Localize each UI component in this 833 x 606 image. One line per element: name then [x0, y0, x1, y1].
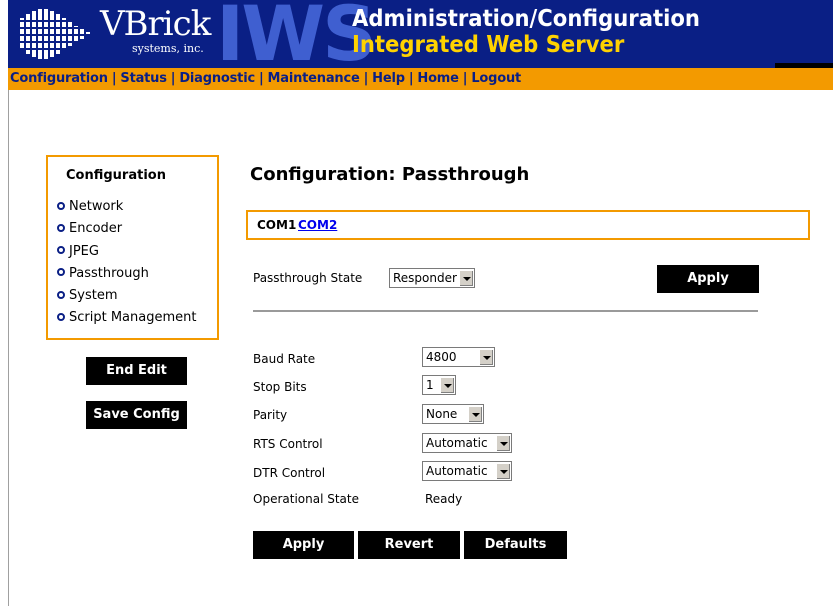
- sidebar-item-label[interactable]: Encoder: [69, 221, 122, 236]
- apply-state-button[interactable]: Apply: [657, 265, 759, 293]
- section-divider: [253, 310, 758, 312]
- operational-state-value: Ready: [425, 492, 463, 506]
- chevron-down-icon[interactable]: [496, 463, 510, 479]
- rts-control-select[interactable]: Automatic: [422, 433, 512, 453]
- nav-help[interactable]: Help: [372, 71, 405, 86]
- product-logo: IWS: [216, 0, 377, 68]
- sidebar-item-label[interactable]: Script Management: [69, 310, 196, 325]
- nav-status[interactable]: Status: [120, 71, 167, 86]
- select-value: Automatic: [426, 464, 488, 478]
- chevron-down-icon[interactable]: [459, 270, 473, 286]
- sidebar-item-passthrough[interactable]: Passthrough: [57, 263, 196, 285]
- chevron-down-icon[interactable]: [440, 377, 454, 393]
- sidebar-item-script-management[interactable]: Script Management: [57, 307, 196, 329]
- select-value: Responder: [393, 271, 457, 285]
- bullet-icon: [57, 312, 65, 321]
- defaults-button[interactable]: Defaults: [464, 531, 567, 559]
- nav-logout[interactable]: Logout: [471, 71, 521, 86]
- save-config-button[interactable]: Save Config: [86, 401, 187, 429]
- app-header: VBrick systems, inc. IWS Administration/…: [8, 0, 833, 68]
- passthrough-state-select[interactable]: Responder: [389, 268, 475, 288]
- nav-separator: |: [111, 71, 117, 86]
- parity-select[interactable]: None: [422, 404, 484, 424]
- frame-divider: [8, 90, 9, 606]
- tab-com2[interactable]: COM2: [298, 218, 337, 232]
- chevron-down-icon[interactable]: [468, 406, 482, 422]
- nav-separator: |: [258, 71, 264, 86]
- sidebar-item-label[interactable]: System: [69, 288, 117, 303]
- sidebar-item-jpeg[interactable]: JPEG: [57, 241, 196, 263]
- brand-subtitle: systems, inc.: [132, 42, 204, 55]
- header-title: Administration/Configuration: [352, 6, 700, 32]
- chevron-down-icon[interactable]: [479, 349, 493, 365]
- select-value: None: [426, 407, 458, 421]
- sidebar-item-label[interactable]: Passthrough: [69, 266, 149, 281]
- sidebar-item-label[interactable]: Network: [69, 199, 123, 214]
- baud-rate-label: Baud Rate: [253, 352, 316, 366]
- operational-state-label: Operational State: [253, 492, 359, 506]
- select-value: 1: [426, 378, 434, 392]
- nav-separator: |: [170, 71, 176, 86]
- revert-button[interactable]: Revert: [358, 531, 460, 559]
- nav-home[interactable]: Home: [417, 71, 459, 86]
- select-value: 4800: [426, 350, 457, 364]
- select-value: Automatic: [426, 436, 488, 450]
- nav-configuration[interactable]: Configuration: [10, 71, 108, 86]
- stop-bits-select[interactable]: 1: [422, 375, 456, 395]
- sidebar-item-network[interactable]: Network: [57, 196, 196, 218]
- passthrough-state-label: Passthrough State: [253, 271, 363, 285]
- com-port-tabs: COM1 COM2: [246, 210, 810, 240]
- page-title: Configuration: Passthrough: [250, 164, 530, 185]
- baud-rate-select[interactable]: 4800: [422, 347, 495, 367]
- header-subtitle: Integrated Web Server: [352, 32, 625, 58]
- bullet-icon: [57, 268, 65, 277]
- bullet-icon: [57, 223, 65, 232]
- dtr-control-label: DTR Control: [253, 466, 326, 480]
- brand-name: VBrick: [100, 4, 211, 44]
- top-nav-bar: Configuration | Status | Diagnostic | Maintena…: [8, 68, 833, 90]
- apply-button[interactable]: Apply: [253, 531, 354, 559]
- rts-control-label: RTS Control: [253, 437, 323, 451]
- parity-label: Parity: [253, 408, 288, 422]
- vbrick-logo-icon: [18, 9, 94, 59]
- bullet-icon: [57, 201, 65, 210]
- nav-separator: |: [462, 71, 468, 86]
- bullet-icon: [57, 246, 65, 255]
- nav-separator: |: [408, 71, 414, 86]
- dtr-control-select[interactable]: Automatic: [422, 461, 512, 481]
- stop-bits-label: Stop Bits: [253, 380, 307, 394]
- sidebar-item-encoder[interactable]: Encoder: [57, 218, 196, 240]
- nav-maintenance[interactable]: Maintenance: [268, 71, 360, 86]
- sidebar-title: Configuration: [66, 168, 166, 183]
- end-edit-button[interactable]: End Edit: [86, 357, 187, 385]
- sidebar-item-label[interactable]: JPEG: [69, 244, 99, 259]
- nav-separator: |: [363, 71, 369, 86]
- tab-com1: COM1: [257, 218, 297, 232]
- chevron-down-icon[interactable]: [496, 435, 510, 451]
- bullet-icon: [57, 290, 65, 299]
- sidebar-item-system[interactable]: System: [57, 285, 196, 307]
- sidebar-config-menu: Configuration Network Encoder JPEG Passt…: [46, 155, 219, 340]
- nav-diagnostic[interactable]: Diagnostic: [179, 71, 255, 86]
